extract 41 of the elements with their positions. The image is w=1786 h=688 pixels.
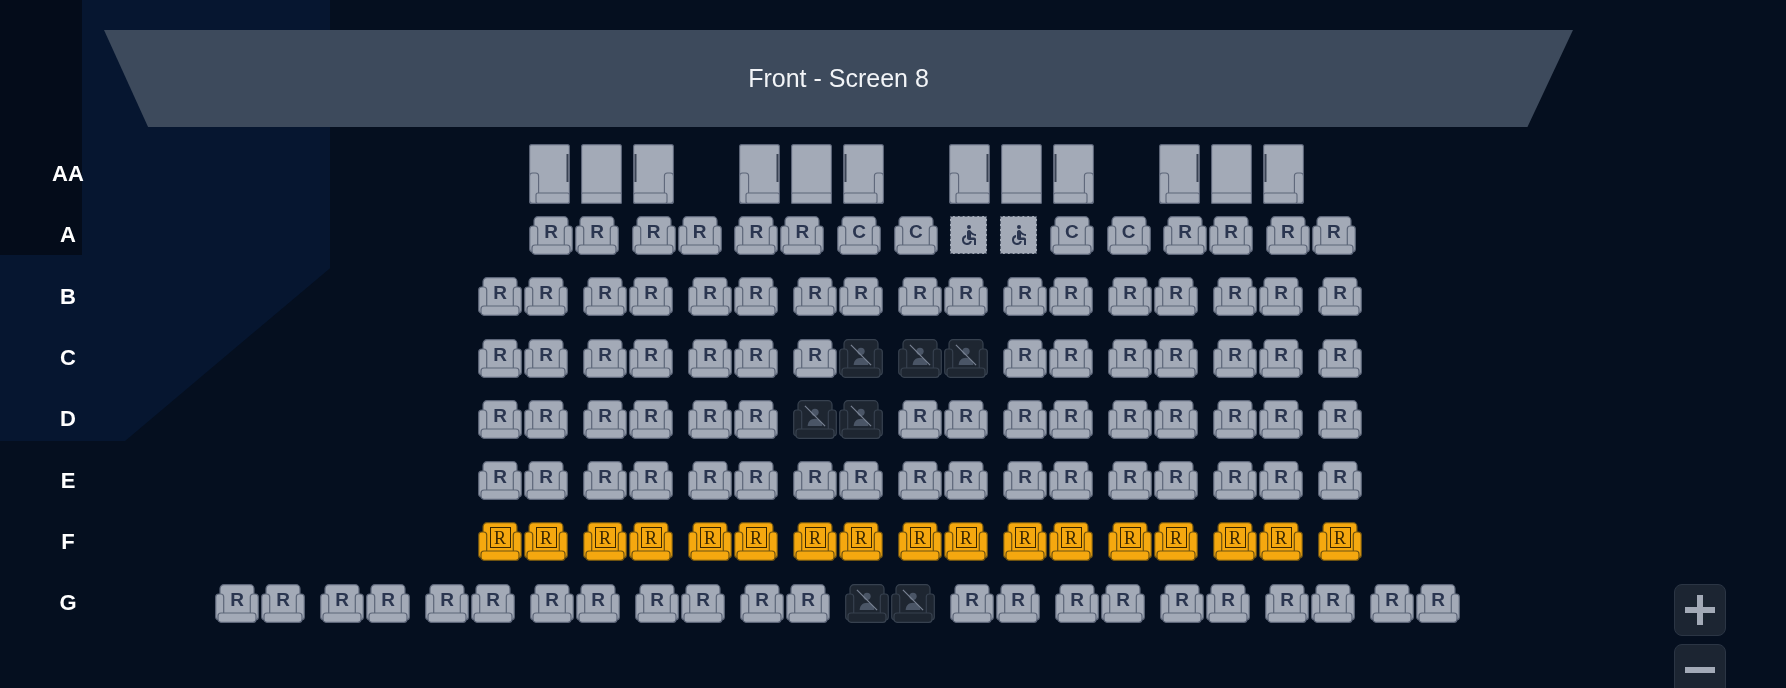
unavailable-seat	[793, 399, 837, 439]
person-slash-icon	[902, 588, 924, 611]
minus-icon	[1685, 667, 1715, 673]
sofa-seat-button[interactable]	[581, 144, 622, 205]
sofa-seat-button[interactable]	[633, 144, 674, 205]
sofa-seat-button[interactable]	[1053, 144, 1094, 205]
wheelchair-seat-button[interactable]	[950, 216, 988, 255]
row-label: AA	[52, 163, 84, 186]
row-label: B	[60, 285, 76, 308]
unavailable-seat	[944, 338, 988, 378]
sofa-seat-button[interactable]	[1159, 144, 1200, 205]
row-label: A	[60, 224, 76, 247]
row-label: E	[60, 469, 76, 492]
zoom-in-button[interactable]	[1674, 584, 1726, 636]
person-slash-icon	[909, 343, 931, 366]
sofa-seat-button[interactable]	[843, 144, 884, 205]
row-label: F	[61, 530, 75, 553]
wheelchair-seat-button[interactable]	[1000, 216, 1038, 255]
person-slash-icon	[850, 343, 872, 366]
sofa-seat-button[interactable]	[1263, 144, 1304, 205]
sofa-seat-button[interactable]	[791, 144, 832, 205]
screen-label: Front - Screen 8	[748, 66, 929, 91]
person-slash-icon	[850, 404, 872, 427]
sofa-seat-button[interactable]	[1211, 144, 1252, 205]
unavailable-seat	[845, 583, 889, 623]
row-label: G	[59, 592, 77, 615]
person-slash-icon	[856, 588, 878, 611]
plus-icon	[1685, 595, 1715, 625]
person-slash-icon	[955, 343, 977, 366]
row-label: D	[60, 408, 76, 431]
unavailable-seat	[898, 338, 942, 378]
row-label: C	[60, 347, 76, 370]
sofa-seat-button[interactable]	[949, 144, 990, 205]
unavailable-seat	[891, 583, 935, 623]
zoom-out-button[interactable]	[1674, 644, 1726, 688]
person-slash-icon	[804, 404, 826, 427]
unavailable-seat	[839, 338, 883, 378]
sofa-seat-button[interactable]	[1001, 144, 1042, 205]
sofa-seat-button[interactable]	[739, 144, 780, 205]
sofa-seat-button[interactable]	[529, 144, 570, 205]
unavailable-seat	[839, 399, 883, 439]
